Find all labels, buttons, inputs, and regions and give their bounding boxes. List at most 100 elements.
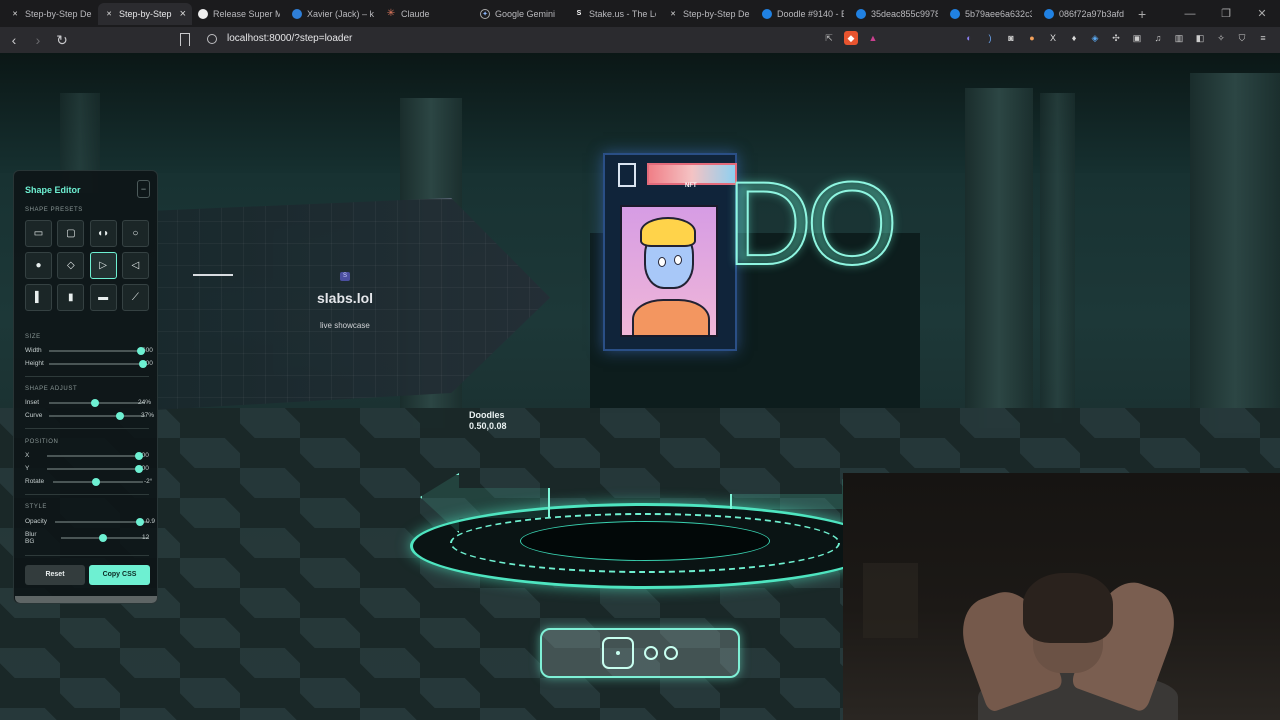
close-tab-icon[interactable]: × (180, 8, 186, 20)
browser-tab[interactable]: ✕ Step-by-Step De (4, 3, 98, 25)
doodle-hair (640, 217, 696, 247)
y-slider[interactable]: Y 200 (25, 465, 155, 477)
reset-button[interactable]: Reset (25, 565, 85, 585)
height-slider[interactable]: Height 300 (25, 360, 155, 372)
slider-knob[interactable] (139, 360, 147, 368)
globe-icon (292, 8, 302, 19)
preset-card-button[interactable]: ▬ (89, 284, 117, 311)
sidebar-icon[interactable]: ▥ (1172, 31, 1186, 45)
menu-icon[interactable]: ≡ (1256, 31, 1270, 45)
slider-knob[interactable] (91, 399, 100, 407)
slider-track[interactable] (55, 521, 149, 523)
back-icon[interactable]: ‹ (4, 32, 24, 48)
wallet-icon[interactable]: ◧ (1193, 31, 1207, 45)
slider-knob[interactable] (116, 412, 125, 420)
tab-title: Release Super M (213, 8, 280, 19)
preset-tall-box-button[interactable]: ▮ (57, 284, 85, 311)
new-tab-icon[interactable]: + (1138, 6, 1146, 22)
url-field[interactable]: localhost:8000/?step=loader (227, 33, 352, 44)
tab-title: Stake.us - The Le (589, 8, 656, 19)
rotate-slider[interactable]: Rotate -2° (25, 478, 155, 490)
preset-diamond-button[interactable]: ◇ (57, 252, 85, 279)
slider-knob[interactable] (92, 478, 101, 486)
share-icon[interactable]: ⇱ (822, 31, 836, 45)
tool-icon: ✕ (670, 10, 676, 18)
preset-rectangle-button[interactable]: ▭ (25, 220, 52, 247)
media-icon[interactable]: ♫ (1151, 31, 1165, 45)
puzzle-icon[interactable]: ✣ (1109, 31, 1123, 45)
browser-tab[interactable]: ✳ Claude (380, 3, 474, 25)
slider-track[interactable] (49, 415, 145, 417)
extension-icon[interactable]: ▣ (1130, 31, 1144, 45)
pillar (1040, 93, 1075, 423)
browser-tab[interactable]: 5b79aee6a632c3 (944, 3, 1038, 25)
collapse-button[interactable]: − (137, 180, 150, 198)
blur-slider[interactable]: Blur BG 12 (25, 531, 155, 547)
preset-arrow-right-button[interactable]: ▷ (89, 252, 117, 279)
browser-tab[interactable]: ✕ Step-by-Step De (662, 3, 756, 25)
width-slider[interactable]: Width 600 (25, 347, 155, 359)
slider-track[interactable] (47, 468, 139, 470)
panel-scrollbar[interactable] (15, 596, 157, 603)
preset-slash-button[interactable]: ⟋ (121, 284, 149, 311)
preset-arrow-left-button[interactable]: ◁ (121, 252, 149, 279)
brave-rewards-icon[interactable]: ▲ (866, 31, 880, 45)
tall-box-icon: ▮ (68, 291, 74, 303)
arrow-left-icon: ◁ (131, 259, 140, 271)
browser-tab[interactable]: 086f72a97b3afd (1038, 3, 1132, 25)
preset-tall-bar-button[interactable]: ▌ (25, 284, 52, 311)
slider-knob[interactable] (99, 534, 108, 542)
browser-tab[interactable]: ✦ Google Gemini (474, 3, 568, 25)
slider-track[interactable] (49, 363, 143, 365)
showroom-scene[interactable]: S slabs.lol live showcase NFT DO Doodles… (0, 53, 1280, 720)
leo-icon[interactable]: ✧ (1214, 31, 1228, 45)
opensea-icon (856, 8, 866, 19)
github-icon (198, 8, 208, 19)
extension-icon[interactable]: ◐ (962, 31, 976, 45)
extension-icon[interactable]: ) (983, 31, 997, 45)
slider-knob[interactable] (135, 465, 143, 473)
address-actions: ⇱ ◆ ▲ (822, 31, 880, 45)
browser-tab[interactable]: Xavier (Jack) – k (286, 3, 380, 25)
reload-icon[interactable]: ↻ (52, 32, 72, 49)
opacity-slider[interactable]: Opacity 0.9 (25, 518, 155, 530)
extension-icon[interactable]: X (1046, 31, 1060, 45)
slider-track[interactable] (47, 455, 139, 457)
brave-shield-icon[interactable]: ◆ (844, 31, 858, 45)
vpn-icon[interactable]: ⛉ (1235, 31, 1249, 45)
x-slider[interactable]: X 200 (25, 452, 155, 464)
browser-tab[interactable]: Release Super M (192, 3, 286, 25)
extension-icon[interactable]: ● (1025, 31, 1039, 45)
extension-icon[interactable]: ◙ (1004, 31, 1018, 45)
copy-css-button[interactable]: Copy CSS (89, 565, 150, 585)
extension-icon[interactable]: ◈ (1088, 31, 1102, 45)
slider-track[interactable] (49, 350, 143, 352)
page-dot[interactable] (644, 646, 658, 660)
bookmark-icon[interactable] (180, 33, 190, 46)
page-dot-active[interactable] (602, 637, 634, 669)
minimize-icon[interactable]: — (1172, 8, 1208, 20)
browser-tab[interactable]: S Stake.us - The Le (568, 3, 662, 25)
preset-pill-button[interactable]: ◖◗ (89, 220, 117, 247)
browser-tab-active[interactable]: ✕ Step-by-Step × (98, 2, 192, 25)
nft-display-frame[interactable]: NFT (603, 153, 737, 351)
slider-label: Curve (25, 412, 43, 419)
slider-knob[interactable] (135, 518, 144, 526)
preset-filled-circle-button[interactable]: ● (25, 252, 52, 279)
close-window-icon[interactable]: ✕ (1244, 7, 1280, 20)
glass-slab-card[interactable]: S slabs.lol live showcase (155, 198, 550, 410)
curve-slider[interactable]: Curve 37% (25, 412, 155, 424)
slider-knob[interactable] (135, 452, 143, 460)
extension-icon[interactable]: ♦ (1067, 31, 1081, 45)
nft-header: NFT (615, 161, 737, 189)
site-info-icon[interactable] (207, 34, 217, 44)
inset-slider[interactable]: Inset 24% (25, 399, 155, 411)
browser-tab[interactable]: Doodle #9140 - E (756, 3, 850, 25)
preset-circle-button[interactable]: ○ (121, 220, 149, 247)
restore-icon[interactable]: ❐ (1208, 7, 1244, 20)
browser-tab[interactable]: 35deac855c9978 (850, 3, 944, 25)
forward-icon[interactable]: › (28, 32, 48, 48)
preset-rounded-rectangle-button[interactable]: ▢ (57, 220, 85, 247)
page-dot[interactable] (664, 646, 678, 660)
tab-title: Doodle #9140 - E (777, 8, 844, 19)
